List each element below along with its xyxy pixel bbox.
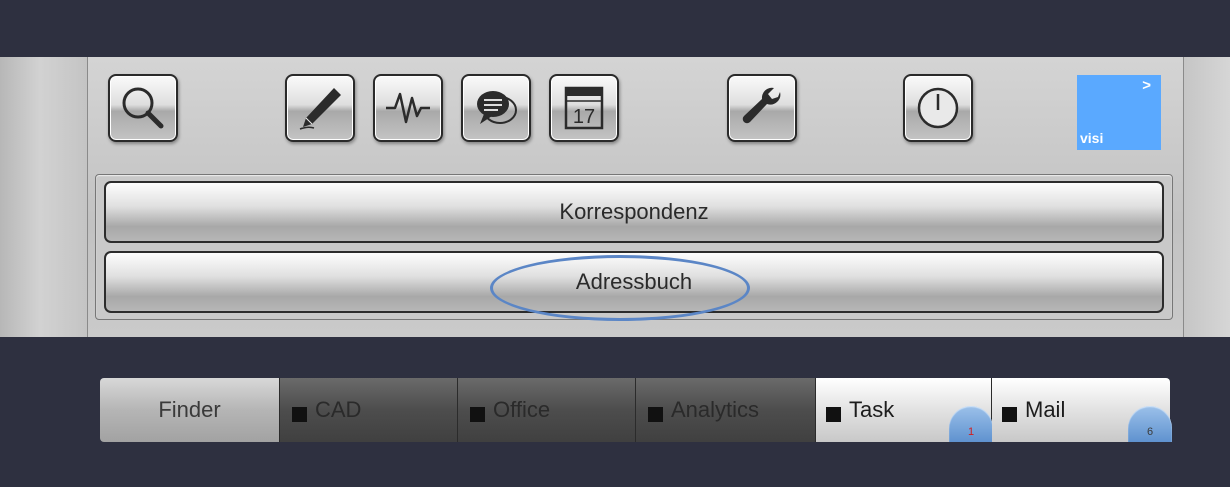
power-button[interactable] [903, 74, 973, 142]
mail-count-badge: 6 [1128, 406, 1172, 442]
chat-icon [477, 91, 517, 124]
calendar-button[interactable]: 17 [549, 74, 619, 142]
search-icon [122, 87, 164, 129]
calendar-icon: 17 [564, 86, 604, 130]
settings-button[interactable] [727, 74, 797, 142]
task-count-badge: 1 [949, 406, 993, 442]
wrench-icon [742, 87, 781, 124]
taskbar-tabs: Finder CAD Office Analytics Task 1 Mail … [100, 378, 1172, 442]
visi-label: visi [1080, 130, 1104, 146]
search-button[interactable] [108, 74, 178, 142]
tab-finder[interactable]: Finder [100, 378, 280, 442]
tab-cad[interactable]: CAD [280, 378, 458, 442]
tab-task[interactable]: Task 1 [816, 378, 993, 442]
tab-mail-label: Mail [1025, 397, 1066, 422]
tab-office-label: Office [493, 397, 551, 422]
highlight-ring [490, 255, 750, 321]
write-button[interactable] [285, 74, 355, 142]
chat-button[interactable] [461, 74, 531, 142]
top-bar [0, 0, 1230, 57]
tab-analytics-label: Analytics [671, 397, 760, 422]
korrespondenz-button[interactable]: Korrespondenz [104, 181, 1164, 243]
tab-finder-label: Finder [158, 397, 221, 422]
square-icon [826, 406, 841, 422]
tab-cad-label: CAD [315, 397, 362, 422]
square-icon [470, 406, 485, 422]
power-icon [917, 87, 959, 129]
tab-mail[interactable]: Mail 6 [992, 378, 1172, 442]
square-icon [648, 406, 663, 422]
pen-icon [299, 88, 341, 130]
tab-task-label: Task [849, 397, 895, 422]
visi-logo-button[interactable]: > visi [1077, 75, 1161, 150]
calendar-day-text: 17 [573, 106, 595, 128]
pulse-icon [386, 92, 430, 124]
tab-office[interactable]: Office [458, 378, 636, 442]
tab-analytics[interactable]: Analytics [636, 378, 816, 442]
square-icon [1002, 406, 1017, 422]
toolbar: 17 > visi [88, 57, 1183, 172]
activity-button[interactable] [373, 74, 443, 142]
visi-arrow: > [1142, 77, 1151, 94]
square-icon [292, 406, 307, 422]
